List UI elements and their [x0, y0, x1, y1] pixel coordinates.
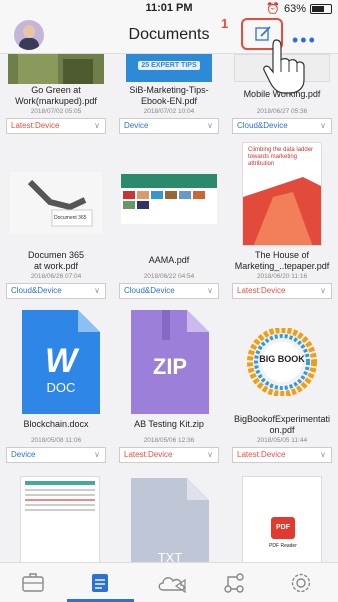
file-date: 2018/06/27 05:36	[256, 108, 308, 115]
tab-cloud[interactable]	[134, 563, 201, 602]
file-item[interactable]: AAMA.pdf 2018/06/22 04:54 Cloud&Device ∨	[113, 142, 225, 302]
file-name: SiB-Marketing-Tips-	[129, 85, 209, 95]
file-date: 2018/05/06 12:36	[143, 437, 195, 444]
file-item[interactable]: BIG BOOK BigBookofExperimentati on.pdf 2…	[226, 306, 338, 466]
file-item[interactable]	[0, 474, 112, 562]
location-select[interactable]: Latest:Device ∨	[232, 283, 332, 299]
location-select[interactable]: Latest:Device ∨	[6, 118, 106, 134]
file-item[interactable]: 25 EXPERT TIPS SiB-Marketing-Tips- Ebook…	[113, 54, 225, 138]
tab-bar	[0, 562, 338, 602]
file-item[interactable]: PDF PDF Reader	[226, 474, 338, 562]
handwriting-image	[27, 179, 93, 227]
chevron-down-icon: ∨	[207, 286, 213, 295]
file-thumbnail: W DOC	[22, 310, 100, 414]
file-item[interactable]: TXT	[113, 474, 225, 562]
file-date: 2018/06/20 11:16	[256, 273, 308, 280]
file-thumbnail	[20, 476, 100, 562]
file-thumbnail: TXT	[131, 478, 209, 562]
file-name: BigBookofExperimentati	[233, 414, 331, 424]
file-date: 2018/06/22 04:54	[143, 273, 195, 280]
file-name: Ebook-EN.pdf	[140, 96, 198, 106]
file-thumbnail: BIG BOOK	[238, 327, 326, 397]
file-name: on.pdf	[269, 425, 295, 435]
cloud-icon	[158, 577, 186, 594]
file-thumbnail: ZIP	[131, 310, 209, 414]
file-thumbnail	[121, 174, 217, 224]
file-date: 2018/06/26 07:04	[30, 273, 82, 280]
step-number: 1	[221, 16, 229, 31]
chevron-down-icon: ∨	[94, 450, 100, 459]
briefcase-icon	[22, 573, 44, 592]
file-item[interactable]: ZIP AB Testing Kit.zip 2018/05/06 12:36 …	[113, 306, 225, 466]
connections-icon	[224, 573, 244, 593]
location-select[interactable]: Latest:Device ∨	[119, 447, 219, 463]
file-item[interactable]: Climbing the data ladder towards marketi…	[226, 142, 338, 302]
file-date: 2018/05/05 11:44	[256, 437, 308, 444]
file-thumbnail	[8, 54, 104, 84]
location-select[interactable]: Cloud&Device ∨	[6, 283, 106, 299]
settings-icon	[291, 573, 311, 593]
chevron-down-icon: ∨	[320, 450, 326, 459]
pointing-hand-icon	[263, 39, 305, 94]
file-name: The House of	[254, 250, 310, 260]
tab-briefcase[interactable]	[0, 563, 67, 602]
tab-documents[interactable]	[67, 563, 134, 602]
file-name: Documen 365	[27, 250, 85, 260]
chevron-down-icon: ∨	[207, 450, 213, 459]
file-thumbnail: Document 365	[10, 172, 102, 234]
file-date: 2018/07/02 05:05	[30, 108, 82, 115]
file-thumbnail: PDF PDF Reader	[242, 476, 322, 562]
nav-bar: Documents 1 •••	[0, 16, 338, 94]
file-item[interactable]: Go Green at Work(markuped).pdf 2018/07/0…	[0, 54, 112, 138]
file-name: AB Testing Kit.zip	[134, 419, 204, 429]
tab-connections[interactable]	[201, 563, 268, 602]
chevron-down-icon: ∨	[320, 121, 326, 130]
file-name: Go Green at	[31, 85, 81, 95]
file-item[interactable]: Document 365 Documen 365 at work.pdf 201…	[0, 142, 112, 302]
file-item[interactable]: W DOC Blockchain.docx 2018/05/08 11:06 D…	[0, 306, 112, 466]
file-date: 2018/07/02 10:04	[143, 108, 195, 115]
file-thumbnail: 25 EXPERT TIPS	[126, 54, 212, 82]
location-select[interactable]: Cloud&Device ∨	[119, 283, 219, 299]
location-select[interactable]: Device ∨	[119, 118, 219, 134]
status-bar: 11:01 PM ⏰ 63%	[0, 0, 338, 16]
word-doc-icon: W	[22, 310, 100, 414]
file-name: at work.pdf	[33, 261, 79, 271]
file-name: Blockchain.docx	[23, 419, 89, 429]
file-grid: Go Green at Work(markuped).pdf 2018/07/0…	[0, 54, 338, 562]
chevron-down-icon: ∨	[94, 286, 100, 295]
svg-text:W: W	[45, 342, 80, 380]
documents-icon	[92, 574, 108, 592]
pdf-icon: PDF	[271, 517, 295, 539]
file-name: AAMA.pdf	[148, 255, 190, 265]
chevron-down-icon: ∨	[207, 121, 213, 130]
file-date: 2018/05/08 11:06	[30, 437, 82, 444]
file-thumbnail: Climbing the data ladder towards marketi…	[242, 142, 322, 246]
alarm-icon: ⏰	[266, 3, 280, 15]
file-name: Work(markuped).pdf	[15, 96, 97, 106]
location-select[interactable]: Latest:Device ∨	[232, 447, 332, 463]
location-select[interactable]: Device ∨	[6, 447, 106, 463]
tab-settings[interactable]	[268, 563, 335, 602]
location-select[interactable]: Cloud&Device ∨	[232, 118, 332, 134]
chevron-down-icon: ∨	[94, 121, 100, 130]
chevron-down-icon: ∨	[320, 286, 326, 295]
battery-percent: 63%	[283, 2, 306, 15]
battery-icon	[310, 3, 332, 14]
file-name: Marketing_..tepaper.pdf	[234, 261, 330, 271]
